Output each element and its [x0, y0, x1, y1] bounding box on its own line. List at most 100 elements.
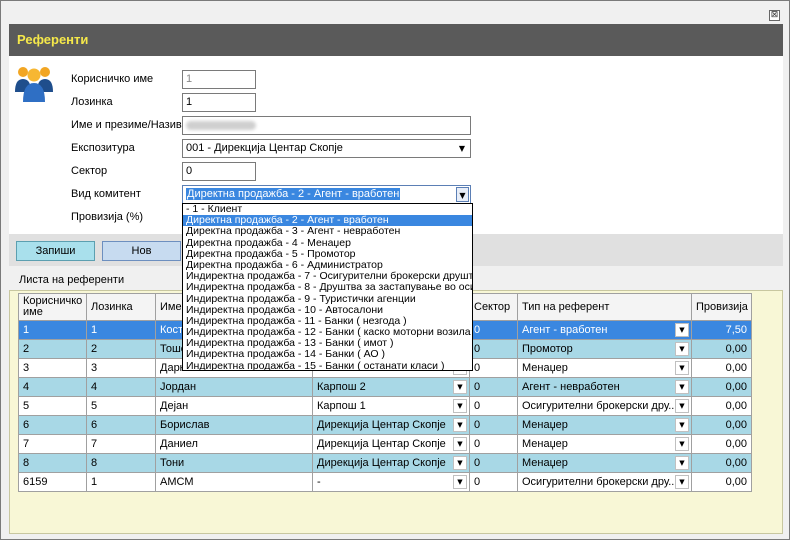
- dropdown-option-selected[interactable]: Директна продажба - 2 - Агент - вработен: [183, 215, 472, 227]
- cell-commission[interactable]: 7,50: [691, 320, 752, 340]
- column-header-type[interactable]: Тип на референт: [517, 293, 692, 321]
- dropdown-option[interactable]: Индиректна продажба - 10 - Автосалони: [183, 305, 472, 316]
- table-row[interactable]: 6159 1 АМСМ - ▼ 0 Осигурителни брокерски …: [18, 472, 752, 492]
- chevron-down-icon[interactable]: ▼: [456, 142, 468, 155]
- table-row[interactable]: 7 7 Даниел Дирекција Центар Скопје ▼ 0 Ме…: [18, 434, 752, 454]
- username-input[interactable]: 1: [182, 70, 256, 89]
- cell-username[interactable]: 7: [18, 434, 87, 454]
- cell-name[interactable]: АМСМ: [155, 472, 313, 492]
- cell-type[interactable]: Осигурителни брокерски дру... ▼: [517, 396, 692, 416]
- cell-type[interactable]: Промотор ▼: [517, 339, 692, 359]
- column-header-sector[interactable]: Сектор: [469, 293, 518, 321]
- cell-branch[interactable]: Дирекција Центар Скопје ▼: [312, 434, 470, 454]
- cell-username[interactable]: 2: [18, 339, 87, 359]
- dropdown-option[interactable]: Индиректна продажба - 14 - Банки ( АО ): [183, 349, 472, 360]
- chevron-down-icon[interactable]: ▼: [675, 342, 689, 356]
- chevron-down-icon[interactable]: ▼: [675, 399, 689, 413]
- cell-password[interactable]: 1: [86, 320, 156, 340]
- cell-branch[interactable]: Дирекција Центар Скопје ▼: [312, 415, 470, 435]
- cell-type[interactable]: Менаџер ▼: [517, 415, 692, 435]
- branch-select[interactable]: 001 - Дирекција Центар Скопје ▼: [182, 139, 471, 158]
- dropdown-option[interactable]: Директна продажба - 4 - Менаџер: [183, 238, 472, 249]
- dropdown-option[interactable]: Индиректна продажба - 8 - Друштва за зас…: [183, 282, 472, 293]
- cell-sector[interactable]: 0: [469, 415, 518, 435]
- cell-branch[interactable]: Карпош 2 ▼: [312, 377, 470, 397]
- chevron-down-icon[interactable]: ▼: [675, 323, 689, 337]
- cell-commission[interactable]: 0,00: [691, 377, 752, 397]
- cell-commission[interactable]: 0,00: [691, 415, 752, 435]
- cell-password[interactable]: 6: [86, 415, 156, 435]
- cell-password[interactable]: 5: [86, 396, 156, 416]
- cell-password[interactable]: 1: [86, 472, 156, 492]
- cell-username[interactable]: 8: [18, 453, 87, 473]
- dropdown-option[interactable]: Индиректна продажба - 15 - Банки ( остан…: [183, 361, 472, 370]
- cell-commission[interactable]: 0,00: [691, 434, 752, 454]
- cell-branch[interactable]: Дирекција Центар Скопје ▼: [312, 453, 470, 473]
- cell-type[interactable]: Агент - вработен ▼: [517, 320, 692, 340]
- cell-username[interactable]: 5: [18, 396, 87, 416]
- cell-username[interactable]: 6: [18, 415, 87, 435]
- chevron-down-icon[interactable]: ▼: [456, 187, 469, 202]
- dropdown-option[interactable]: Индиректна продажба - 7 - Осигурителни б…: [183, 271, 472, 282]
- cell-sector[interactable]: 0: [469, 358, 518, 378]
- cell-sector[interactable]: 0: [469, 396, 518, 416]
- chevron-down-icon[interactable]: ▼: [675, 437, 689, 451]
- cell-password[interactable]: 4: [86, 377, 156, 397]
- cell-type[interactable]: Менаџер ▼: [517, 453, 692, 473]
- chevron-down-icon[interactable]: ▼: [675, 475, 689, 489]
- save-button[interactable]: Запиши: [16, 241, 95, 261]
- column-header-username[interactable]: Корисничко име: [18, 293, 87, 321]
- dropdown-option[interactable]: Директна продажба - 3 - Агент - невработ…: [183, 226, 472, 237]
- cell-commission[interactable]: 0,00: [691, 453, 752, 473]
- cell-sector[interactable]: 0: [469, 472, 518, 492]
- cell-name[interactable]: Тони: [155, 453, 313, 473]
- chevron-down-icon[interactable]: ▼: [675, 418, 689, 432]
- chevron-down-icon[interactable]: ▼: [675, 456, 689, 470]
- cell-username[interactable]: 3: [18, 358, 87, 378]
- chevron-down-icon[interactable]: ▼: [453, 399, 467, 413]
- dropdown-option[interactable]: Индиректна продажба - 11 - Банки ( незго…: [183, 316, 472, 327]
- dropdown-option[interactable]: Директна продажба - 6 - Администратор: [183, 260, 472, 271]
- client-type-select[interactable]: Директна продажба - 2 - Агент - вработен…: [182, 185, 471, 204]
- cell-sector[interactable]: 0: [469, 339, 518, 359]
- dropdown-option[interactable]: Директна продажба - 5 - Промотор: [183, 249, 472, 260]
- chevron-down-icon[interactable]: ▼: [453, 418, 467, 432]
- table-row[interactable]: 8 8 Тони Дирекција Центар Скопје ▼ 0 Мена…: [18, 453, 752, 473]
- cell-type[interactable]: Менаџер ▼: [517, 358, 692, 378]
- cell-password[interactable]: 2: [86, 339, 156, 359]
- password-input[interactable]: 1: [182, 93, 256, 112]
- cell-password[interactable]: 3: [86, 358, 156, 378]
- table-row[interactable]: 4 4 Јордан Карпош 2 ▼ 0 Агент - невработе…: [18, 377, 752, 397]
- new-button[interactable]: Нов: [102, 241, 181, 261]
- cell-commission[interactable]: 0,00: [691, 472, 752, 492]
- dropdown-option[interactable]: Индиректна продажба - 9 - Туристички аге…: [183, 294, 472, 305]
- chevron-down-icon[interactable]: ▼: [675, 361, 689, 375]
- chevron-down-icon[interactable]: ▼: [453, 437, 467, 451]
- table-row[interactable]: 6 6 Борислав Дирекција Центар Скопје ▼ 0 …: [18, 415, 752, 435]
- cell-name[interactable]: Јордан: [155, 377, 313, 397]
- cell-name[interactable]: Даниел: [155, 434, 313, 454]
- table-row[interactable]: 5 5 Дејан Карпош 1 ▼ 0 Осигурителни броке…: [18, 396, 752, 416]
- dropdown-option[interactable]: Индиректна продажба - 13 - Банки ( имот …: [183, 338, 472, 349]
- column-header-password[interactable]: Лозинка: [86, 293, 156, 321]
- dropdown-option[interactable]: - 1 - Клиент: [183, 204, 472, 215]
- cell-commission[interactable]: 0,00: [691, 358, 752, 378]
- chevron-down-icon[interactable]: ▼: [453, 456, 467, 470]
- cell-commission[interactable]: 0,00: [691, 339, 752, 359]
- cell-sector[interactable]: 0: [469, 377, 518, 397]
- cell-branch[interactable]: Карпош 1 ▼: [312, 396, 470, 416]
- cell-sector[interactable]: 0: [469, 434, 518, 454]
- cell-username[interactable]: 4: [18, 377, 87, 397]
- chevron-down-icon[interactable]: ▼: [453, 380, 467, 394]
- cell-name[interactable]: Борислав: [155, 415, 313, 435]
- cell-branch[interactable]: - ▼: [312, 472, 470, 492]
- cell-sector[interactable]: 0: [469, 453, 518, 473]
- cell-type[interactable]: Агент - невработен ▼: [517, 377, 692, 397]
- cell-commission[interactable]: 0,00: [691, 396, 752, 416]
- cell-username[interactable]: 6159: [18, 472, 87, 492]
- dropdown-option[interactable]: Индиректна продажба - 12 - Банки ( каско…: [183, 327, 472, 338]
- column-header-commission[interactable]: Провизија: [691, 293, 752, 321]
- chevron-down-icon[interactable]: ▼: [675, 380, 689, 394]
- cell-password[interactable]: 7: [86, 434, 156, 454]
- sector-input[interactable]: 0: [182, 162, 256, 181]
